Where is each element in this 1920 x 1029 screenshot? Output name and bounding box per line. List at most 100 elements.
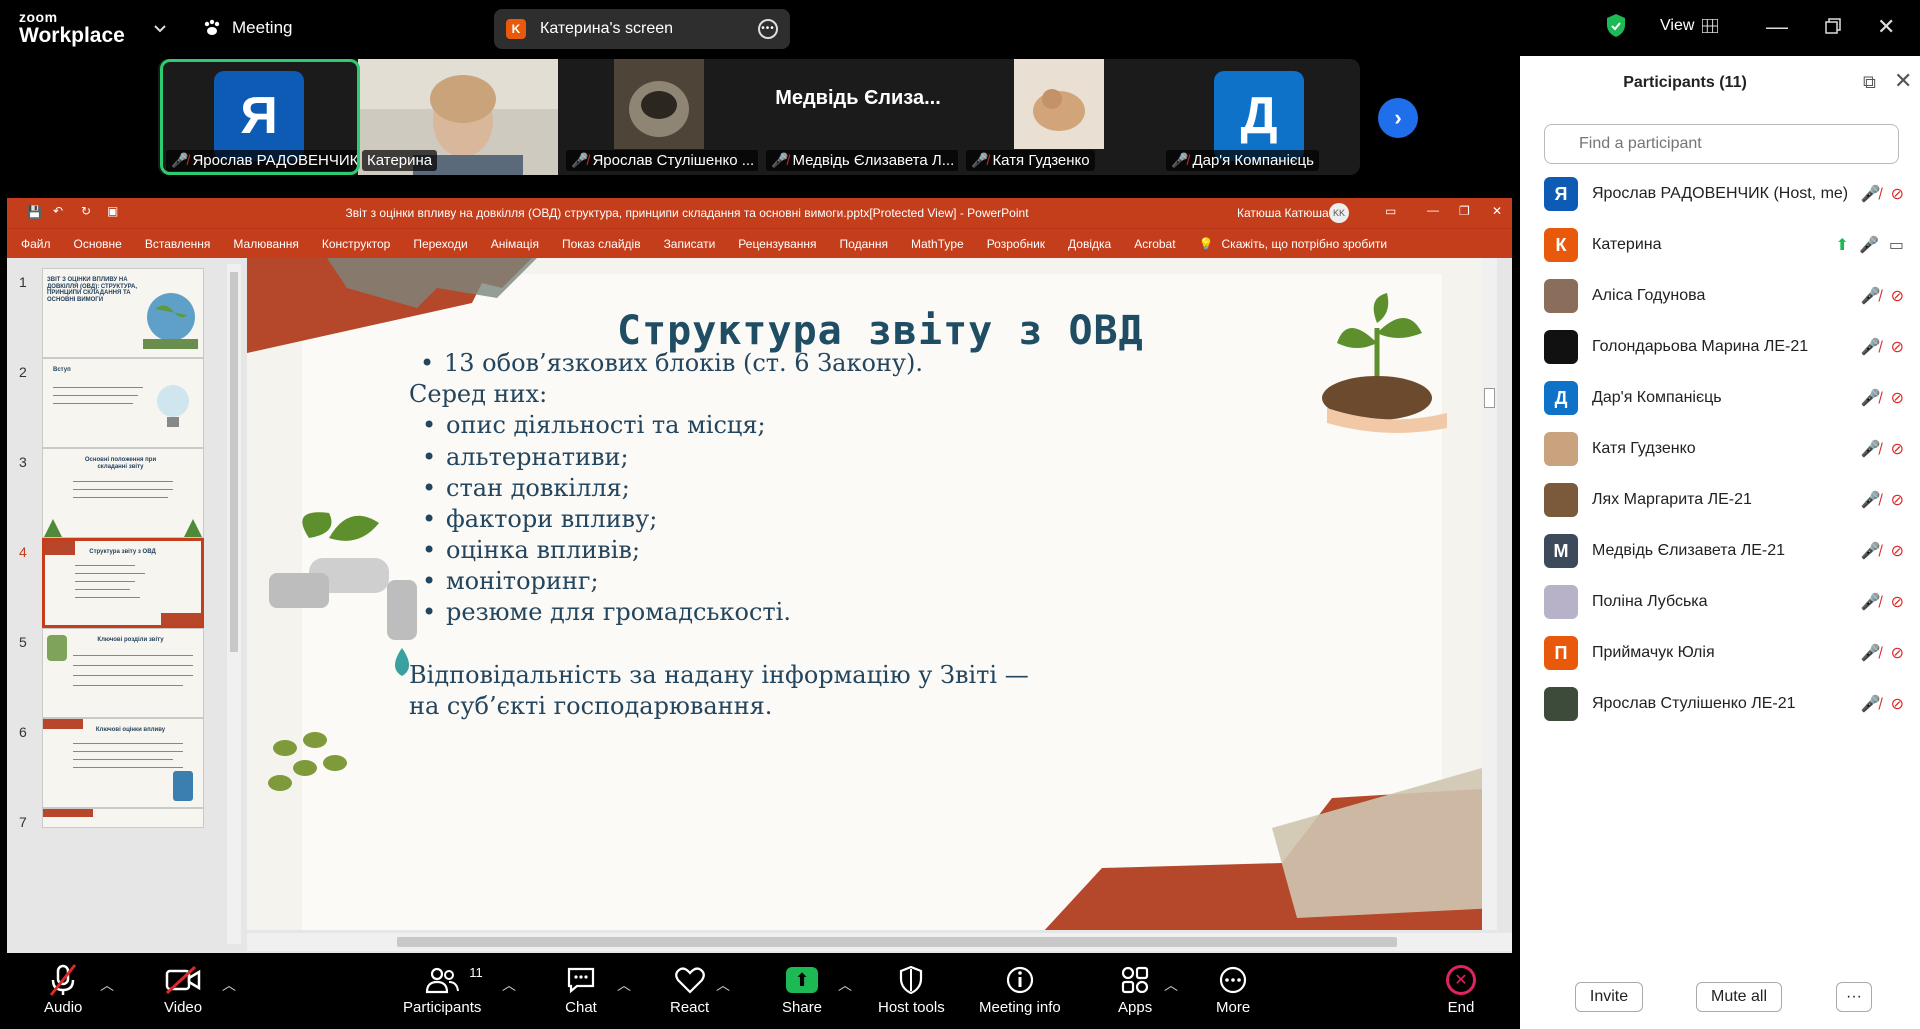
slide-thumbnail[interactable]: ЗВІТ З ОЦІНКИ ВПЛИВУ НА ДОВКІЛЛЯ (ОВД): …: [42, 268, 204, 358]
security-shield-icon[interactable]: [1605, 13, 1627, 39]
zoom-logo[interactable]: zoom Workplace: [19, 10, 125, 46]
close-panel-icon[interactable]: ✕: [1894, 68, 1912, 94]
ribbon-tab[interactable]: Анімація: [491, 237, 539, 251]
end-button[interactable]: ✕ End: [1446, 963, 1476, 1016]
more-options-icon[interactable]: •••: [758, 19, 778, 39]
mute-all-button[interactable]: Mute all: [1696, 982, 1782, 1012]
participant-row[interactable]: Лях Маргарита ЛЕ-21 🎤̸ ⊘: [1544, 480, 1904, 520]
slide-vertical-scrollbar[interactable]: [1482, 258, 1497, 930]
chat-button[interactable]: Chat: [565, 963, 597, 1016]
participant-row[interactable]: Ярослав Стулішенко ЛЕ-21 🎤̸ ⊘: [1544, 684, 1904, 724]
more-button[interactable]: More: [1216, 963, 1250, 1016]
mic-muted-icon[interactable]: 🎤̸: [1861, 337, 1881, 357]
ribbon-tab[interactable]: Основне: [74, 237, 122, 251]
chevron-up-icon[interactable]: ︿: [716, 975, 730, 995]
participant-row[interactable]: П Приймачук Юлія 🎤̸ ⊘: [1544, 633, 1904, 673]
ribbon-tab[interactable]: Записати: [664, 237, 716, 251]
react-button[interactable]: React: [670, 963, 709, 1016]
video-icon[interactable]: ▭: [1889, 235, 1904, 255]
participant-row[interactable]: Катя Гудзенко 🎤̸ ⊘: [1544, 429, 1904, 469]
ppt-minimize-icon[interactable]: —: [1427, 203, 1439, 217]
pop-out-icon[interactable]: ⧉: [1863, 72, 1876, 93]
minimize-icon[interactable]: —: [1766, 14, 1788, 40]
slide-thumbnail-selected[interactable]: Структура звіту з ОВД: [42, 538, 204, 628]
ribbon-tab[interactable]: Acrobat: [1134, 237, 1175, 251]
mic-muted-icon[interactable]: 🎤̸: [1861, 643, 1881, 663]
tell-me-search[interactable]: Скажіть, що потрібно зробити: [1222, 237, 1388, 251]
restore-icon[interactable]: [1825, 18, 1841, 34]
participant-search-input[interactable]: [1544, 124, 1899, 164]
participant-row[interactable]: Голондарьова Марина ЛЕ-21 🎤̸ ⊘: [1544, 327, 1904, 367]
ribbon-tab[interactable]: Переходи: [413, 237, 467, 251]
video-off-icon[interactable]: ⊘: [1891, 286, 1904, 306]
participant-row[interactable]: Поліна Лубська 🎤̸ ⊘: [1544, 582, 1904, 622]
ribbon-tab[interactable]: Показ слайдів: [562, 237, 641, 251]
ribbon-display-icon[interactable]: ▭: [1385, 204, 1396, 218]
slide-thumbnail[interactable]: Основні положення при складанні звіту: [42, 448, 204, 538]
video-off-icon[interactable]: ⊘: [1891, 184, 1904, 204]
slide-thumbnail[interactable]: Ключові розділи звіту: [42, 628, 204, 718]
slide-thumbnail[interactable]: Вступ: [42, 358, 204, 448]
chevron-up-icon[interactable]: ︿: [100, 975, 114, 995]
ribbon-tab[interactable]: MathType: [911, 237, 964, 251]
video-off-icon[interactable]: ⊘: [1891, 541, 1904, 561]
video-off-icon[interactable]: ⊘: [1891, 592, 1904, 612]
participant-row[interactable]: Я Ярослав РАДОВЕНЧИК (Host, me) 🎤̸ ⊘: [1544, 174, 1904, 214]
ribbon-tab[interactable]: Файл: [21, 237, 51, 251]
mic-muted-icon[interactable]: 🎤̸: [1861, 439, 1881, 459]
ppt-user-avatar[interactable]: KK: [1329, 203, 1349, 223]
host-tools-button[interactable]: Host tools: [878, 963, 945, 1016]
ribbon-tab[interactable]: Довідка: [1068, 237, 1111, 251]
mic-muted-icon[interactable]: 🎤̸: [1861, 184, 1881, 204]
slide-horizontal-scrollbar[interactable]: [247, 933, 1512, 951]
panel-more-button[interactable]: ···: [1836, 982, 1872, 1012]
ribbon-tab[interactable]: Подання: [840, 237, 888, 251]
ppt-restore-icon[interactable]: ❐: [1459, 204, 1470, 218]
slide-thumbnail[interactable]: Ключові оцінки впливу: [42, 718, 204, 808]
chevron-up-icon[interactable]: ︿: [222, 975, 236, 995]
participant-row[interactable]: Д Дар'я Компанієць 🎤̸ ⊘: [1544, 378, 1904, 418]
video-off-icon[interactable]: ⊘: [1891, 388, 1904, 408]
participant-row[interactable]: Аліса Годунова 🎤̸ ⊘: [1544, 276, 1904, 316]
video-off-icon[interactable]: ⊘: [1891, 439, 1904, 459]
audio-button[interactable]: Audio: [44, 963, 82, 1016]
chevron-up-icon[interactable]: ︿: [1164, 975, 1178, 995]
mic-muted-icon[interactable]: 🎤̸: [1861, 388, 1881, 408]
slide-thumbnail[interactable]: [42, 808, 204, 828]
ribbon-tab[interactable]: Вставлення: [145, 237, 211, 251]
ribbon-tab[interactable]: Конструктор: [322, 237, 390, 251]
close-window-icon[interactable]: ✕: [1877, 14, 1895, 40]
share-button[interactable]: ⬆ Share: [782, 963, 822, 1016]
participants-button[interactable]: 11 Participants: [403, 963, 483, 1016]
video-tile[interactable]: Катерина: [358, 59, 558, 175]
ribbon-tab[interactable]: Рецензування: [738, 237, 816, 251]
apps-button[interactable]: Apps: [1118, 963, 1152, 1016]
mic-icon[interactable]: 🎤: [1859, 235, 1879, 255]
ribbon-tab[interactable]: Розробник: [987, 237, 1045, 251]
participant-row[interactable]: К Катерина ⬆ 🎤 ▭: [1544, 225, 1904, 265]
mic-muted-icon[interactable]: 🎤̸: [1861, 286, 1881, 306]
ribbon-tab[interactable]: Малювання: [233, 237, 298, 251]
chevron-up-icon[interactable]: ︿: [502, 975, 516, 995]
video-off-icon[interactable]: ⊘: [1891, 337, 1904, 357]
next-page-button[interactable]: ›: [1378, 98, 1418, 138]
video-off-icon[interactable]: ⊘: [1891, 694, 1904, 714]
video-tile[interactable]: 🎤̸ Ярослав Стулішенко ...: [558, 59, 760, 175]
chevron-down-icon[interactable]: [152, 20, 168, 36]
ppt-close-icon[interactable]: ✕: [1492, 204, 1502, 218]
video-tile[interactable]: 🎤̸ Катя Гудзенко: [958, 59, 1158, 175]
participant-row[interactable]: М Медвідь Єлизавета ЛЕ-21 🎤̸ ⊘: [1544, 531, 1904, 571]
mic-muted-icon[interactable]: 🎤̸: [1861, 541, 1881, 561]
meeting-menu[interactable]: Meeting: [202, 18, 292, 38]
video-tile[interactable]: Д 🎤̸ Дар'я Компанієць: [1158, 59, 1358, 175]
shared-screen-pill[interactable]: K Катерина's screen •••: [494, 9, 790, 49]
meeting-info-button[interactable]: Meeting info: [979, 963, 1061, 1016]
video-off-icon[interactable]: ⊘: [1891, 490, 1904, 510]
video-button[interactable]: Video: [164, 963, 202, 1016]
chevron-up-icon[interactable]: ︿: [617, 975, 631, 995]
invite-button[interactable]: Invite: [1575, 982, 1643, 1012]
view-button[interactable]: View: [1660, 17, 1719, 35]
video-tile[interactable]: Медвідь Єлиза... 🎤̸ Медвідь Єлизавета Л..…: [758, 59, 960, 175]
mic-muted-icon[interactable]: 🎤̸: [1861, 592, 1881, 612]
video-off-icon[interactable]: ⊘: [1891, 643, 1904, 663]
